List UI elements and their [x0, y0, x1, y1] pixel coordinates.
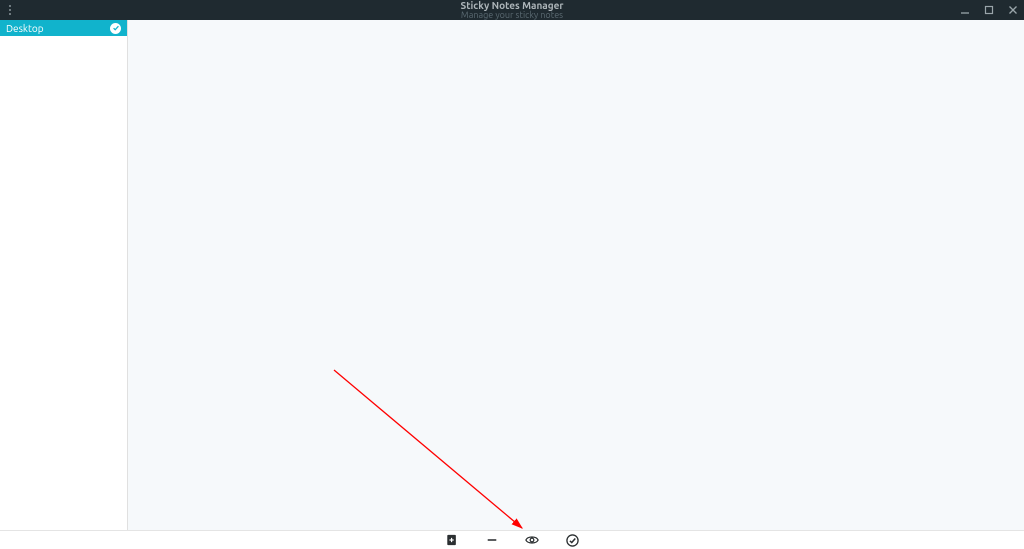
preview-note-button[interactable]: [524, 532, 540, 548]
check-circle-icon: [110, 23, 121, 34]
minimize-button[interactable]: [958, 3, 972, 17]
maximize-icon: [984, 5, 994, 15]
minus-icon: [486, 534, 498, 546]
sidebar-item-desktop[interactable]: Desktop: [0, 20, 127, 36]
kebab-menu-icon: [9, 5, 11, 15]
bottom-toolbar: [0, 530, 1024, 549]
titlebar: Sticky Notes Manager Manage your sticky …: [0, 0, 1024, 20]
window-subtitle: Manage your sticky notes: [461, 11, 564, 20]
titlebar-title-block: Sticky Notes Manager Manage your sticky …: [461, 1, 564, 20]
minimize-icon: [960, 5, 970, 15]
new-note-icon: [446, 534, 458, 546]
sidebar-item-label: Desktop: [6, 23, 44, 34]
sidebar: Desktop: [0, 20, 128, 530]
notes-canvas[interactable]: [128, 20, 1024, 530]
app-menu-button[interactable]: [0, 0, 20, 20]
apply-button[interactable]: [564, 532, 580, 548]
main-area: Desktop: [0, 20, 1024, 530]
close-button[interactable]: [1006, 3, 1020, 17]
eye-icon: [525, 534, 539, 546]
new-note-button[interactable]: [444, 532, 460, 548]
maximize-button[interactable]: [982, 3, 996, 17]
close-icon: [1008, 5, 1018, 15]
check-circle-icon: [566, 534, 579, 547]
remove-note-button[interactable]: [484, 532, 500, 548]
